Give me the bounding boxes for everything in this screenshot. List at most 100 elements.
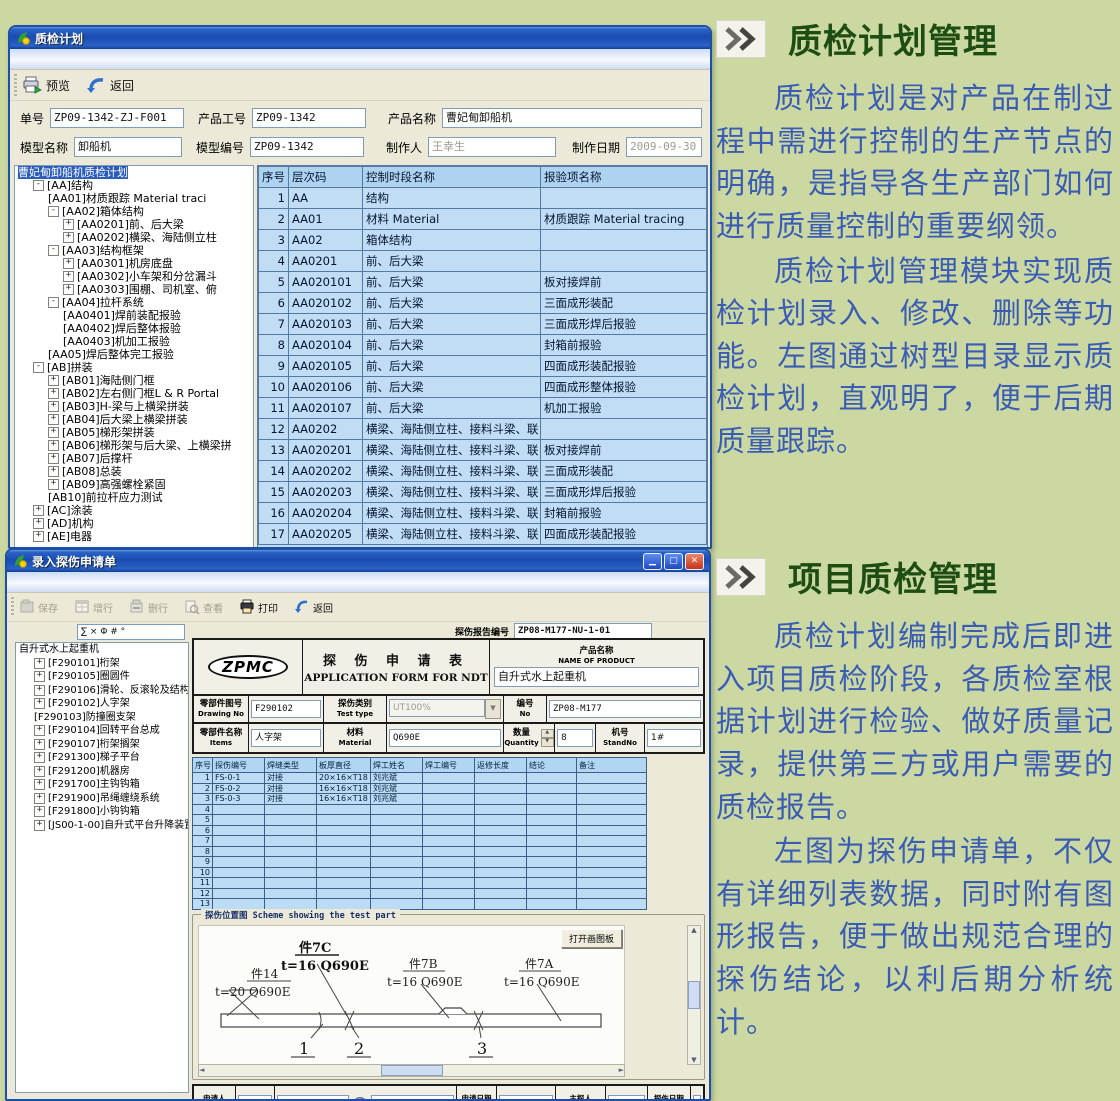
plan-tree-node[interactable]: +[AA0301]机房底盘 [15,257,253,270]
scroll-down-icon[interactable]: ▼ [691,1056,696,1064]
ndt-table-row[interactable]: 11 [193,878,647,889]
dept-input[interactable]: 钢构一部 [371,1095,455,1101]
plan-table-row[interactable]: 1AA结构 [259,188,707,209]
expand-icon[interactable]: + [34,725,45,736]
part-tree-node[interactable]: +[F291300]梯子平台 [16,751,188,765]
part-tree-node[interactable]: +[F291700]主钩钩箱 [16,778,188,792]
scroll-right-icon[interactable]: ► [619,1066,624,1074]
expand-icon[interactable]: + [33,531,44,542]
plan-tree-node[interactable]: [AA05]焊后整体完工报验 [15,348,253,361]
ndt-table-row[interactable]: 4 [193,804,647,815]
maximize-button[interactable]: ▢ [664,553,683,570]
plan-table-row[interactable]: 11AA020107前、后大梁机加工报验 [259,398,707,419]
part-tree-node[interactable]: 自升式水上起重机 [16,643,188,657]
plan-table-row[interactable]: 12AA0202横梁、海陆侧立柱、接料斗梁、联 [259,419,707,440]
part-tree-node[interactable]: +[F290105]圈圆件 [16,670,188,684]
expand-icon[interactable]: + [33,518,44,529]
tree-filter-input[interactable]: ∑ × Φ # ° [77,624,185,640]
items-input[interactable]: 人字架 [251,729,321,747]
plan-tree-node[interactable]: -[AB]拼装 [15,361,253,374]
plan-table-row[interactable]: 8AA020104前、后大梁封箱前报验 [259,335,707,356]
plan-table-row[interactable]: 15AA020203横梁、海陆侧立柱、接料斗梁、联三面成形焊后报验 [259,482,707,503]
plan-tree-node[interactable]: [AB10]前拉杆应力测试 [15,491,253,504]
ndt-table-row[interactable]: 7 [193,836,647,847]
plan-tree-node[interactable]: +[AC]涂装 [15,504,253,517]
plan-tree-node[interactable]: -[AA02]箱体结构 [15,205,253,218]
collapse-icon[interactable]: - [48,206,59,217]
expand-icon[interactable]: + [48,440,59,451]
plan-tree-node[interactable]: +[AA0202]横梁、海陆侧立柱 [15,231,253,244]
team-input[interactable]: 港吴作队 [277,1095,348,1101]
close-button[interactable]: ✕ [685,553,704,570]
plan-table-row[interactable]: 5AA020101前、后大梁板对接焊前 [259,272,707,293]
ndt-column-header[interactable]: 探伤编号 [213,758,265,773]
plan-table-row[interactable]: 3AA02箱体结构 [259,230,707,251]
part-tree-node[interactable]: +[F291900]吊绳缠绕系统 [16,792,188,806]
product-input[interactable]: 自升式水上起重机 [494,667,699,687]
ndt-table-row[interactable]: 8 [193,846,647,857]
plan-tree-node[interactable]: +[AD]机构 [15,517,253,530]
expand-icon[interactable]: + [48,453,59,464]
expand-icon[interactable]: + [63,232,74,243]
print-button[interactable]: 打印 [239,599,278,615]
scroll-left-icon[interactable]: ◄ [199,1066,204,1074]
plan-table-row[interactable]: 13AA020201横梁、海陆侧立柱、接料斗梁、联板对接焊前 [259,440,707,461]
plan-table-row[interactable]: 17AA020205横梁、海陆侧立柱、接料斗梁、联四面成形装配报验 [259,524,707,545]
plan-column-header[interactable]: 控制时段名称 [363,167,541,188]
scroll-up-icon[interactable]: ▲ [691,926,696,934]
collapse-icon[interactable]: - [33,362,44,373]
stand-no-input[interactable]: 1# [647,729,701,747]
ndt-table-row[interactable]: 2FS-0-2对接16×16×T18刘兆斌 [193,783,647,794]
plan-tree-node[interactable]: +[AB09]高强螺栓紧固 [15,478,253,491]
drawing-no-input[interactable]: F290102 [251,700,321,718]
expand-icon[interactable]: + [34,793,45,804]
part-tree-node[interactable]: +[F290106]滑轮、反滚轮及结构 [16,684,188,698]
chevron-down-icon[interactable]: ▼ [485,699,501,719]
expand-icon[interactable]: + [48,375,59,386]
ndt-column-header[interactable]: 结论 [527,758,577,773]
part-tree-node[interactable]: +[F290101]桁架 [16,657,188,671]
part-tree-node[interactable]: +[F291200]机器房 [16,765,188,779]
plan-tree-node[interactable]: [AA0401]焊前装配报验 [15,309,253,322]
plan-table-row[interactable]: 4AA0201前、后大梁 [259,251,707,272]
expand-icon[interactable]: + [48,401,59,412]
plan-tree-node[interactable]: +[AE]电器 [15,530,253,543]
plan-tree-node[interactable]: -[AA04]拉杆系统 [15,296,253,309]
expand-icon[interactable]: + [48,479,59,490]
product-no-input[interactable]: ZP09-1342 [252,108,366,128]
plan-tree-node[interactable]: [AA0402]焊后整体报验 [15,322,253,335]
expand-icon[interactable]: + [34,671,45,682]
ndt-column-header[interactable]: 序号 [193,758,213,773]
horizontal-scrollbar[interactable]: ◄► [198,1064,625,1077]
picker-button[interactable] [353,1097,367,1101]
expand-icon[interactable]: + [48,414,59,425]
collapse-icon[interactable]: - [48,297,59,308]
plan-table-row[interactable]: 6AA020102前、后大梁三面成形装配 [259,293,707,314]
plan-tree-node[interactable]: [AA0403]机加工报验 [15,335,253,348]
plan-tree-node[interactable]: +[AB06]梯形架与后大梁、上横梁拼 [15,439,253,452]
part-tree-node[interactable]: +[F290102]人字架 [16,697,188,711]
expand-icon[interactable]: + [34,779,45,790]
expand-icon[interactable]: + [48,466,59,477]
part-tree-node[interactable]: +[JS00-1-00]自升式平台升降装置 [16,819,188,833]
model-name-input[interactable]: 卸船机 [74,137,182,157]
part-tree-node[interactable]: +[F290107]桁架搁架 [16,738,188,752]
material-input[interactable]: Q690E [389,729,501,747]
plan-tree-node[interactable]: -[AA]结构 [15,179,253,192]
expand-icon[interactable]: + [48,388,59,399]
ndt-table-row[interactable]: 5 [193,815,647,826]
plan-tree-node[interactable]: +[AB04]后大梁上横梁拼装 [15,413,253,426]
plan-tree-node[interactable]: +[AA0302]小车架和分岔漏斗 [15,270,253,283]
open-paint-button[interactable]: 打开画图板 [561,929,622,948]
ndt-table-row[interactable]: 3FS-0-3对接16×16×T18刘兆斌 [193,794,647,805]
expand-icon[interactable]: + [63,284,74,295]
apply-date-input[interactable]: 2009-10-19 [499,1095,553,1101]
plan-table-row[interactable]: 10AA020106前、后大梁四面成形整体报验 [259,377,707,398]
ndt-column-header[interactable]: 焊缝类型 [265,758,317,773]
ndt-column-header[interactable]: 板厚直径 [317,758,371,773]
expand-icon[interactable]: + [34,766,45,777]
expand-icon[interactable]: + [33,505,44,516]
plan-tree-node[interactable]: +[AB07]后撑杆 [15,452,253,465]
ndt-column-header[interactable]: 返修长度 [475,758,527,773]
minimize-button[interactable]: ▁ [643,553,662,570]
